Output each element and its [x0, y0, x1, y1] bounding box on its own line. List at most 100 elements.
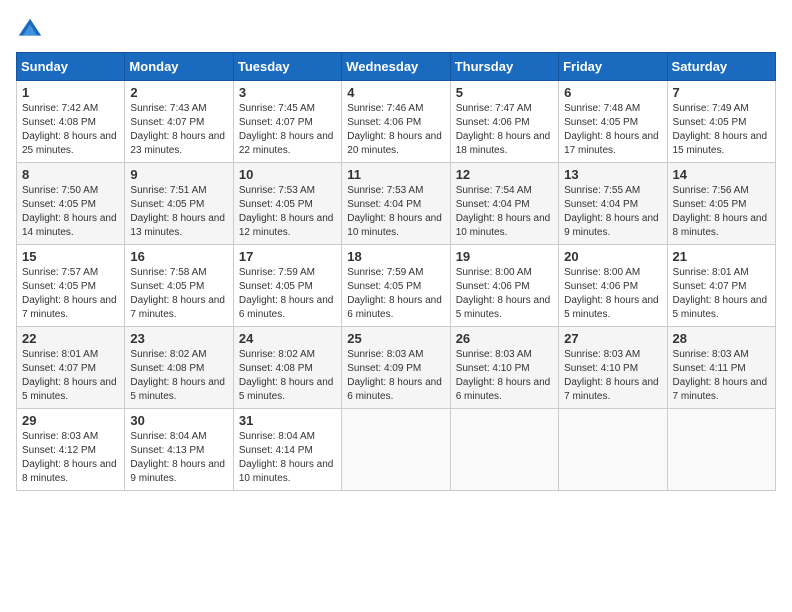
week-row-1: 1 Sunrise: 7:42 AMSunset: 4:08 PMDayligh… [17, 81, 776, 163]
day-cell: 27 Sunrise: 8:03 AMSunset: 4:10 PMDaylig… [559, 327, 667, 409]
day-number: 11 [347, 167, 444, 182]
calendar: SundayMondayTuesdayWednesdayThursdayFrid… [16, 52, 776, 491]
day-detail: Sunrise: 8:04 AMSunset: 4:14 PMDaylight:… [239, 431, 334, 484]
weekday-header-sunday: Sunday [17, 53, 125, 81]
day-detail: Sunrise: 8:02 AMSunset: 4:08 PMDaylight:… [239, 349, 334, 402]
day-cell: 2 Sunrise: 7:43 AMSunset: 4:07 PMDayligh… [125, 81, 233, 163]
weekday-header-monday: Monday [125, 53, 233, 81]
day-detail: Sunrise: 7:59 AMSunset: 4:05 PMDaylight:… [239, 267, 334, 320]
day-number: 9 [130, 167, 227, 182]
day-number: 3 [239, 85, 336, 100]
day-detail: Sunrise: 7:46 AMSunset: 4:06 PMDaylight:… [347, 103, 442, 156]
day-cell: 30 Sunrise: 8:04 AMSunset: 4:13 PMDaylig… [125, 409, 233, 491]
day-detail: Sunrise: 8:03 AMSunset: 4:12 PMDaylight:… [22, 431, 117, 484]
day-cell: 3 Sunrise: 7:45 AMSunset: 4:07 PMDayligh… [233, 81, 341, 163]
day-cell: 26 Sunrise: 8:03 AMSunset: 4:10 PMDaylig… [450, 327, 558, 409]
week-row-3: 15 Sunrise: 7:57 AMSunset: 4:05 PMDaylig… [17, 245, 776, 327]
day-detail: Sunrise: 7:56 AMSunset: 4:05 PMDaylight:… [673, 185, 768, 238]
header [16, 16, 776, 44]
day-number: 18 [347, 249, 444, 264]
day-number: 26 [456, 331, 553, 346]
day-cell: 21 Sunrise: 8:01 AMSunset: 4:07 PMDaylig… [667, 245, 775, 327]
day-number: 28 [673, 331, 770, 346]
day-cell: 22 Sunrise: 8:01 AMSunset: 4:07 PMDaylig… [17, 327, 125, 409]
day-detail: Sunrise: 8:00 AMSunset: 4:06 PMDaylight:… [456, 267, 551, 320]
day-number: 6 [564, 85, 661, 100]
day-number: 23 [130, 331, 227, 346]
day-cell: 24 Sunrise: 8:02 AMSunset: 4:08 PMDaylig… [233, 327, 341, 409]
day-cell: 18 Sunrise: 7:59 AMSunset: 4:05 PMDaylig… [342, 245, 450, 327]
day-detail: Sunrise: 7:53 AMSunset: 4:05 PMDaylight:… [239, 185, 334, 238]
week-row-5: 29 Sunrise: 8:03 AMSunset: 4:12 PMDaylig… [17, 409, 776, 491]
day-detail: Sunrise: 7:59 AMSunset: 4:05 PMDaylight:… [347, 267, 442, 320]
day-cell: 9 Sunrise: 7:51 AMSunset: 4:05 PMDayligh… [125, 163, 233, 245]
weekday-header-thursday: Thursday [450, 53, 558, 81]
day-number: 14 [673, 167, 770, 182]
day-cell: 25 Sunrise: 8:03 AMSunset: 4:09 PMDaylig… [342, 327, 450, 409]
day-number: 21 [673, 249, 770, 264]
day-cell: 31 Sunrise: 8:04 AMSunset: 4:14 PMDaylig… [233, 409, 341, 491]
day-number: 31 [239, 413, 336, 428]
weekday-header-wednesday: Wednesday [342, 53, 450, 81]
day-detail: Sunrise: 7:45 AMSunset: 4:07 PMDaylight:… [239, 103, 334, 156]
day-detail: Sunrise: 7:49 AMSunset: 4:05 PMDaylight:… [673, 103, 768, 156]
day-cell: 15 Sunrise: 7:57 AMSunset: 4:05 PMDaylig… [17, 245, 125, 327]
day-detail: Sunrise: 8:01 AMSunset: 4:07 PMDaylight:… [22, 349, 117, 402]
day-number: 16 [130, 249, 227, 264]
day-cell [342, 409, 450, 491]
day-number: 17 [239, 249, 336, 264]
day-number: 13 [564, 167, 661, 182]
day-detail: Sunrise: 8:01 AMSunset: 4:07 PMDaylight:… [673, 267, 768, 320]
day-number: 27 [564, 331, 661, 346]
day-number: 1 [22, 85, 119, 100]
day-number: 29 [22, 413, 119, 428]
day-cell: 16 Sunrise: 7:58 AMSunset: 4:05 PMDaylig… [125, 245, 233, 327]
day-cell [667, 409, 775, 491]
week-row-2: 8 Sunrise: 7:50 AMSunset: 4:05 PMDayligh… [17, 163, 776, 245]
day-cell: 29 Sunrise: 8:03 AMSunset: 4:12 PMDaylig… [17, 409, 125, 491]
day-number: 20 [564, 249, 661, 264]
day-detail: Sunrise: 8:00 AMSunset: 4:06 PMDaylight:… [564, 267, 659, 320]
day-number: 5 [456, 85, 553, 100]
logo [16, 16, 48, 44]
day-number: 30 [130, 413, 227, 428]
day-detail: Sunrise: 7:53 AMSunset: 4:04 PMDaylight:… [347, 185, 442, 238]
week-row-4: 22 Sunrise: 8:01 AMSunset: 4:07 PMDaylig… [17, 327, 776, 409]
day-detail: Sunrise: 7:55 AMSunset: 4:04 PMDaylight:… [564, 185, 659, 238]
weekday-header-tuesday: Tuesday [233, 53, 341, 81]
day-cell: 8 Sunrise: 7:50 AMSunset: 4:05 PMDayligh… [17, 163, 125, 245]
day-cell: 12 Sunrise: 7:54 AMSunset: 4:04 PMDaylig… [450, 163, 558, 245]
day-number: 22 [22, 331, 119, 346]
day-number: 2 [130, 85, 227, 100]
day-detail: Sunrise: 7:43 AMSunset: 4:07 PMDaylight:… [130, 103, 225, 156]
day-detail: Sunrise: 7:42 AMSunset: 4:08 PMDaylight:… [22, 103, 117, 156]
day-cell: 19 Sunrise: 8:00 AMSunset: 4:06 PMDaylig… [450, 245, 558, 327]
day-number: 15 [22, 249, 119, 264]
weekday-header-row: SundayMondayTuesdayWednesdayThursdayFrid… [17, 53, 776, 81]
day-detail: Sunrise: 8:03 AMSunset: 4:10 PMDaylight:… [564, 349, 659, 402]
logo-icon [16, 16, 44, 44]
day-cell: 23 Sunrise: 8:02 AMSunset: 4:08 PMDaylig… [125, 327, 233, 409]
day-cell: 20 Sunrise: 8:00 AMSunset: 4:06 PMDaylig… [559, 245, 667, 327]
day-number: 8 [22, 167, 119, 182]
day-detail: Sunrise: 7:57 AMSunset: 4:05 PMDaylight:… [22, 267, 117, 320]
day-detail: Sunrise: 8:02 AMSunset: 4:08 PMDaylight:… [130, 349, 225, 402]
day-detail: Sunrise: 8:03 AMSunset: 4:09 PMDaylight:… [347, 349, 442, 402]
day-detail: Sunrise: 7:58 AMSunset: 4:05 PMDaylight:… [130, 267, 225, 320]
day-number: 25 [347, 331, 444, 346]
day-cell: 17 Sunrise: 7:59 AMSunset: 4:05 PMDaylig… [233, 245, 341, 327]
day-detail: Sunrise: 7:47 AMSunset: 4:06 PMDaylight:… [456, 103, 551, 156]
day-cell: 11 Sunrise: 7:53 AMSunset: 4:04 PMDaylig… [342, 163, 450, 245]
weekday-header-friday: Friday [559, 53, 667, 81]
day-cell: 7 Sunrise: 7:49 AMSunset: 4:05 PMDayligh… [667, 81, 775, 163]
day-number: 12 [456, 167, 553, 182]
weekday-header-saturday: Saturday [667, 53, 775, 81]
day-number: 7 [673, 85, 770, 100]
day-detail: Sunrise: 7:48 AMSunset: 4:05 PMDaylight:… [564, 103, 659, 156]
day-cell: 5 Sunrise: 7:47 AMSunset: 4:06 PMDayligh… [450, 81, 558, 163]
day-detail: Sunrise: 8:04 AMSunset: 4:13 PMDaylight:… [130, 431, 225, 484]
day-cell: 13 Sunrise: 7:55 AMSunset: 4:04 PMDaylig… [559, 163, 667, 245]
day-detail: Sunrise: 7:50 AMSunset: 4:05 PMDaylight:… [22, 185, 117, 238]
day-cell: 6 Sunrise: 7:48 AMSunset: 4:05 PMDayligh… [559, 81, 667, 163]
day-detail: Sunrise: 8:03 AMSunset: 4:10 PMDaylight:… [456, 349, 551, 402]
